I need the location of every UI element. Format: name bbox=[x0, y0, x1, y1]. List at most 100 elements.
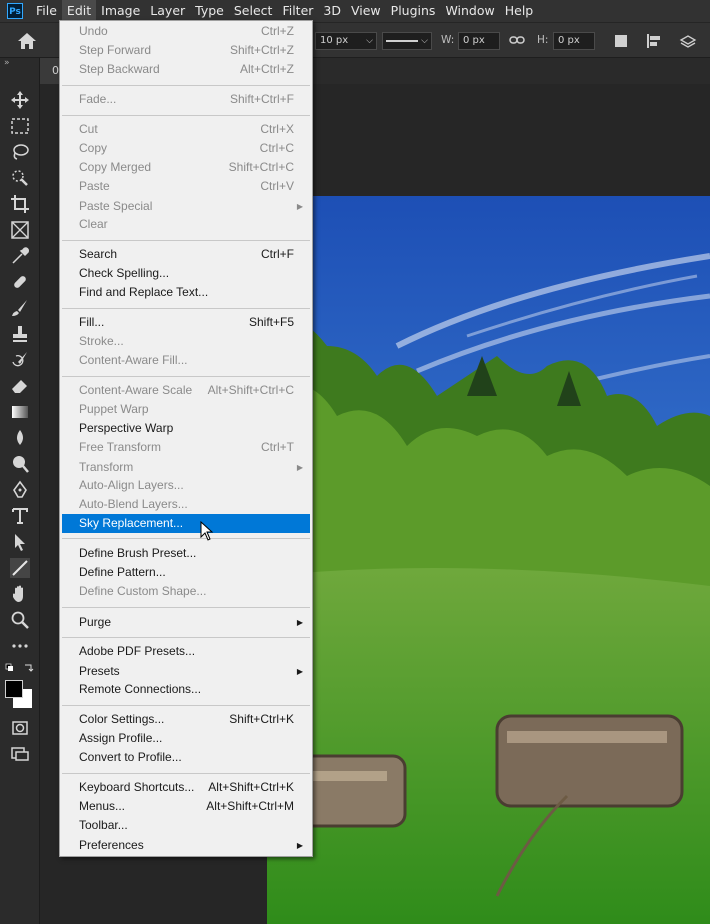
quick-selection-tool-icon[interactable] bbox=[10, 168, 30, 188]
chevron-down-icon: ⌵ bbox=[421, 36, 428, 46]
width-label: W: bbox=[441, 34, 455, 46]
menu-item-define-pattern[interactable]: Define Pattern... bbox=[62, 563, 310, 582]
marquee-tool-icon[interactable] bbox=[10, 116, 30, 136]
menu-item-purge[interactable]: Purge ▶ bbox=[62, 613, 310, 632]
menu-3d[interactable]: 3D bbox=[318, 0, 346, 22]
clone-stamp-tool-icon[interactable] bbox=[10, 324, 30, 344]
quick-mask-icon[interactable] bbox=[10, 718, 30, 738]
menu-item-content-aware-scale[interactable]: Content-Aware Scale Alt+Shift+Ctrl+C bbox=[62, 381, 310, 400]
menu-item-preferences[interactable]: Preferences ▶ bbox=[62, 836, 310, 855]
menu-item-define-brush-preset[interactable]: Define Brush Preset... bbox=[62, 544, 310, 563]
home-icon[interactable] bbox=[17, 32, 37, 50]
menu-separator bbox=[62, 538, 310, 539]
menu-file[interactable]: File bbox=[31, 0, 62, 22]
gradient-tool-icon[interactable] bbox=[10, 402, 30, 422]
chevron-down-icon: ⌵ bbox=[366, 36, 373, 46]
screen-mode-icon[interactable] bbox=[10, 744, 30, 764]
blur-tool-icon[interactable] bbox=[10, 428, 30, 448]
menu-item-auto-align-layers[interactable]: Auto-Align Layers... bbox=[62, 476, 310, 495]
menu-item-search[interactable]: Search Ctrl+F bbox=[62, 245, 310, 264]
pen-tool-icon[interactable] bbox=[10, 480, 30, 500]
menu-item-keyboard-shortcuts[interactable]: Keyboard Shortcuts... Alt+Shift+Ctrl+K bbox=[62, 778, 310, 797]
healing-brush-tool-icon[interactable] bbox=[10, 272, 30, 292]
arrange-icon[interactable] bbox=[678, 32, 698, 50]
menu-separator bbox=[62, 376, 310, 377]
submenu-arrow-icon: ▶ bbox=[296, 618, 303, 627]
frame-tool-icon[interactable] bbox=[10, 220, 30, 240]
menu-separator bbox=[62, 308, 310, 309]
hand-tool-icon[interactable] bbox=[10, 584, 30, 604]
more-tools-icon[interactable] bbox=[10, 636, 30, 656]
width-input[interactable]: 0 px bbox=[458, 32, 500, 50]
menu-item-sky-replacement[interactable]: Sky Replacement... bbox=[62, 514, 310, 533]
menu-item-perspective-warp[interactable]: Perspective Warp bbox=[62, 419, 310, 438]
menu-bar: Ps File Edit Image Layer Type Select Fil… bbox=[0, 0, 710, 22]
photoshop-logo: Ps bbox=[7, 3, 23, 19]
lasso-tool-icon[interactable] bbox=[10, 142, 30, 162]
menu-type[interactable]: Type bbox=[190, 0, 229, 22]
foreground-color-swatch[interactable] bbox=[5, 680, 23, 698]
menu-plugins[interactable]: Plugins bbox=[386, 0, 441, 22]
menu-item-copy-merged[interactable]: Copy Merged Shift+Ctrl+C bbox=[62, 158, 310, 177]
square-icon[interactable] bbox=[615, 35, 627, 47]
crop-tool-icon[interactable] bbox=[10, 194, 30, 214]
menu-view[interactable]: View bbox=[346, 0, 386, 22]
menu-item-fill[interactable]: Fill... Shift+F5 bbox=[62, 313, 310, 332]
menu-item-menus[interactable]: Menus... Alt+Shift+Ctrl+M bbox=[62, 797, 310, 816]
menu-item-paste-special[interactable]: Paste Special ▶ bbox=[62, 197, 310, 216]
menu-select[interactable]: Select bbox=[229, 0, 278, 22]
width-value: 0 px bbox=[463, 35, 485, 46]
eraser-tool-icon[interactable] bbox=[10, 376, 30, 396]
height-label: H: bbox=[537, 34, 549, 46]
move-tool-icon[interactable] bbox=[10, 90, 30, 110]
menu-item-transform[interactable]: Transform ▶ bbox=[62, 458, 310, 477]
link-icon[interactable] bbox=[509, 34, 525, 46]
brush-tool-icon[interactable] bbox=[10, 298, 30, 318]
type-tool-icon[interactable] bbox=[10, 506, 30, 526]
menu-item-step-forward[interactable]: Step Forward Shift+Ctrl+Z bbox=[62, 41, 310, 60]
history-brush-tool-icon[interactable] bbox=[10, 350, 30, 370]
submenu-arrow-icon: ▶ bbox=[296, 463, 303, 472]
menu-image[interactable]: Image bbox=[96, 0, 145, 22]
mouse-cursor-icon bbox=[200, 520, 214, 541]
menu-item-presets[interactable]: Presets ▶ bbox=[62, 662, 310, 681]
menu-item-find-replace[interactable]: Find and Replace Text... bbox=[62, 283, 310, 302]
menu-item-paste[interactable]: Paste Ctrl+V bbox=[62, 177, 310, 196]
menu-layer[interactable]: Layer bbox=[145, 0, 190, 22]
menu-item-adobe-pdf-presets[interactable]: Adobe PDF Presets... bbox=[62, 642, 310, 661]
zoom-tool-icon[interactable] bbox=[10, 610, 30, 630]
menu-item-stroke[interactable]: Stroke... bbox=[62, 332, 310, 351]
menu-item-content-aware-fill[interactable]: Content-Aware Fill... bbox=[62, 351, 310, 370]
menu-help[interactable]: Help bbox=[500, 0, 539, 22]
menu-item-auto-blend-layers[interactable]: Auto-Blend Layers... bbox=[62, 495, 310, 514]
menu-window[interactable]: Window bbox=[440, 0, 499, 22]
menu-item-check-spelling[interactable]: Check Spelling... bbox=[62, 264, 310, 283]
menu-edit[interactable]: Edit bbox=[61, 0, 97, 22]
menu-item-assign-profile[interactable]: Assign Profile... bbox=[62, 729, 310, 748]
menu-item-copy[interactable]: Copy Ctrl+C bbox=[62, 139, 310, 158]
height-input[interactable]: 0 px bbox=[553, 32, 595, 50]
menu-item-step-backward[interactable]: Step Backward Alt+Ctrl+Z bbox=[62, 60, 310, 79]
menu-item-define-custom-shape[interactable]: Define Custom Shape... bbox=[62, 582, 310, 601]
menu-item-convert-to-profile[interactable]: Convert to Profile... bbox=[62, 748, 310, 767]
dodge-tool-icon[interactable] bbox=[10, 454, 30, 474]
menu-item-puppet-warp[interactable]: Puppet Warp bbox=[62, 400, 310, 419]
collapse-icon[interactable]: » bbox=[4, 58, 10, 68]
tools-panel: » bbox=[0, 58, 40, 924]
align-icon[interactable] bbox=[646, 33, 662, 49]
stroke-style-select[interactable]: ⌵ bbox=[382, 32, 432, 50]
menu-item-undo[interactable]: Undo Ctrl+Z bbox=[62, 22, 310, 41]
menu-item-toolbar[interactable]: Toolbar... bbox=[62, 816, 310, 835]
stroke-size-field[interactable]: 10 px ⌵ bbox=[315, 32, 377, 50]
menu-item-remote-connections[interactable]: Remote Connections... bbox=[62, 680, 310, 699]
eyedropper-tool-icon[interactable] bbox=[10, 246, 30, 266]
line-tool-icon[interactable] bbox=[10, 558, 30, 578]
menu-item-free-transform[interactable]: Free Transform Ctrl+T bbox=[62, 438, 310, 457]
default-colors-icon[interactable] bbox=[5, 663, 35, 675]
menu-item-clear[interactable]: Clear bbox=[62, 215, 310, 234]
menu-item-cut[interactable]: Cut Ctrl+X bbox=[62, 120, 310, 139]
menu-item-color-settings[interactable]: Color Settings... Shift+Ctrl+K bbox=[62, 710, 310, 729]
menu-filter[interactable]: Filter bbox=[277, 0, 318, 22]
path-selection-tool-icon[interactable] bbox=[10, 532, 30, 552]
menu-item-fade[interactable]: Fade... Shift+Ctrl+F bbox=[62, 90, 310, 109]
